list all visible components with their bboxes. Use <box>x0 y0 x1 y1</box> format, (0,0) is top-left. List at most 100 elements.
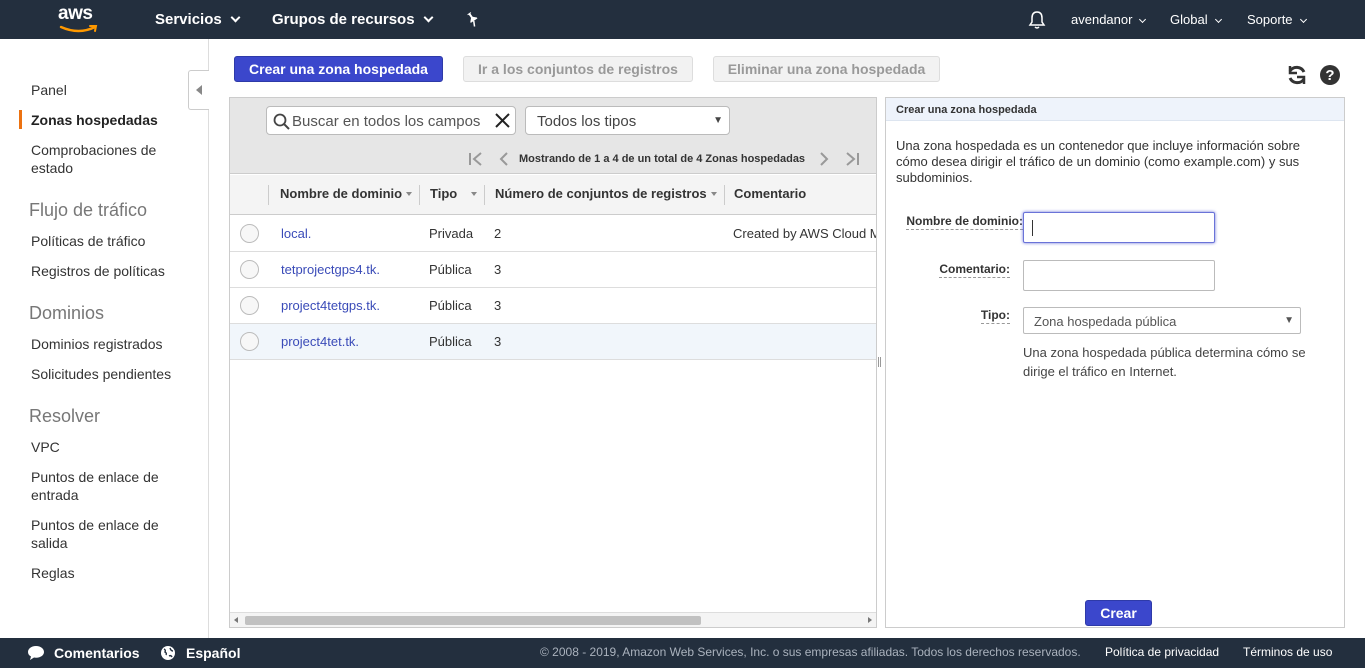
domain-name-link[interactable]: tetprojectgps4.tk. <box>281 262 380 277</box>
clear-icon[interactable] <box>494 112 511 129</box>
sidebar-heading-traffic-flow: Flujo de tráfico <box>29 200 148 220</box>
sort-arrow-icon <box>471 192 478 196</box>
go-to-record-sets-button[interactable]: Ir a los conjuntos de registros <box>463 56 693 82</box>
horizontal-scrollbar[interactable] <box>230 612 876 627</box>
notifications-button[interactable] <box>1028 10 1046 30</box>
help-icon[interactable]: ? <box>1319 64 1341 86</box>
column-separator <box>484 185 485 205</box>
filter-bar: Buscar en todos los campos Todos los tip… <box>230 98 876 174</box>
delete-hosted-zone-button[interactable]: Eliminar una zona hospedada <box>713 56 940 82</box>
chat-icon <box>28 646 44 660</box>
zone-type-cell: Pública <box>429 298 472 313</box>
zone-type-cell: Privada <box>429 226 474 241</box>
row-select-radio[interactable] <box>240 332 259 351</box>
sidebar-item-traffic-policies[interactable]: Políticas de tráfico <box>31 232 181 250</box>
type-filter-select[interactable]: Todos los tipos ▼ <box>525 106 730 135</box>
search-input[interactable]: Buscar en todos los campos <box>266 106 516 135</box>
privacy-policy-link[interactable]: Política de privacidad <box>1105 645 1219 659</box>
resource-groups-menu[interactable]: Grupos de recursos <box>272 0 433 39</box>
dropdown-arrow-icon: ▼ <box>713 115 723 126</box>
aws-logo-icon <box>59 25 98 33</box>
sidebar-item-hosted-zones[interactable]: Zonas hospedadas <box>31 111 181 129</box>
create-hosted-zone-button[interactable]: Crear una zona hospedada <box>234 56 443 82</box>
scroll-right-icon[interactable] <box>868 617 872 623</box>
domain-name-link[interactable]: local. <box>281 226 311 241</box>
column-header-record-count[interactable]: Número de conjuntos de registros <box>495 186 717 201</box>
create-hosted-zone-panel: Crear una zona hospedada Una zona hosped… <box>885 97 1345 628</box>
pin-button[interactable] <box>466 11 480 27</box>
hosted-zones-table-panel: Buscar en todos los campos Todos los tip… <box>229 97 877 628</box>
sort-arrow-icon <box>710 192 717 196</box>
comment-input[interactable] <box>1023 260 1215 291</box>
globe-icon <box>161 646 175 660</box>
row-select-radio[interactable] <box>240 260 259 279</box>
domain-name-input[interactable] <box>1023 212 1215 243</box>
row-select-radio[interactable] <box>240 296 259 315</box>
sidebar-item-pending-requests[interactable]: Solicitudes pendientes <box>31 365 181 383</box>
domain-name-label: Nombre de dominio: <box>906 214 1023 230</box>
sort-arrow-icon <box>406 192 413 196</box>
chevron-down-icon <box>423 12 433 23</box>
sidebar-collapse-button[interactable] <box>188 70 209 110</box>
column-header-label: Número de conjuntos de registros <box>495 186 707 201</box>
column-header-domain-name[interactable]: Nombre de dominio <box>280 186 413 201</box>
comment-cell: Created by AWS Cloud M <box>733 226 877 241</box>
sidebar-item-policy-records[interactable]: Registros de políticas <box>31 262 181 280</box>
search-icon <box>273 113 290 130</box>
support-menu[interactable]: Soporte <box>1247 0 1307 39</box>
table-row[interactable]: project4tetgps.tk. Pública 3 <box>230 288 876 324</box>
column-header-comment[interactable]: Comentario <box>734 186 806 201</box>
table-row[interactable]: tetprojectgps4.tk. Pública 3 <box>230 252 876 288</box>
domain-name-link[interactable]: project4tetgps.tk. <box>281 298 380 313</box>
scrollbar-thumb[interactable] <box>245 616 701 625</box>
comment-label: Comentario: <box>939 262 1010 278</box>
sidebar-item-inbound-endpoints[interactable]: Puntos de enlace de entrada <box>31 468 181 504</box>
aws-logo[interactable]: aws <box>58 4 102 33</box>
sidebar-item-panel[interactable]: Panel <box>31 81 181 99</box>
scroll-left-icon[interactable] <box>234 617 238 623</box>
column-separator <box>268 185 269 205</box>
zone-type-value: Zona hospedada pública <box>1034 314 1177 329</box>
sidebar-active-indicator <box>19 110 22 129</box>
terms-of-use-link[interactable]: Términos de uso <box>1243 645 1332 659</box>
panel-header: Crear una zona hospedada <box>886 98 1344 121</box>
zone-type-cell: Pública <box>429 262 472 277</box>
column-separator <box>724 185 725 205</box>
row-select-radio[interactable] <box>240 224 259 243</box>
first-page-icon[interactable] <box>468 152 484 166</box>
sidebar-item-outbound-endpoints[interactable]: Puntos de enlace de salida <box>31 516 181 552</box>
copyright-text: © 2008 - 2019, Amazon Web Services, Inc.… <box>540 645 1081 659</box>
panel-resize-handle[interactable] <box>878 357 883 369</box>
region-menu[interactable]: Global <box>1170 0 1222 39</box>
table-row[interactable]: project4tet.tk. Pública 3 <box>230 324 876 360</box>
column-header-label: Comentario <box>734 186 807 201</box>
last-page-icon[interactable] <box>844 152 860 166</box>
column-header-label: Nombre de dominio <box>280 186 403 201</box>
feedback-link[interactable]: Comentarios <box>54 645 140 661</box>
sidebar-item-registered-domains[interactable]: Dominios registrados <box>31 335 181 353</box>
zone-type-select[interactable]: Zona hospedada pública ▼ <box>1023 307 1301 334</box>
record-count-cell: 2 <box>494 226 502 241</box>
sidebar-item-health-checks[interactable]: Comprobaciones de estado <box>31 141 181 177</box>
create-button[interactable]: Crear <box>1085 600 1152 626</box>
collapse-left-icon <box>196 85 202 95</box>
services-menu[interactable]: Servicios <box>155 0 241 39</box>
sidebar-heading-resolver: Resolver <box>29 406 101 426</box>
zone-type-cell: Pública <box>429 334 472 349</box>
refresh-icon[interactable] <box>1286 64 1308 86</box>
sidebar-item-vpc[interactable]: VPC <box>31 438 181 456</box>
chevron-down-icon <box>1139 15 1147 24</box>
region-menu-label: Global <box>1170 12 1208 27</box>
user-menu[interactable]: avendanor <box>1071 0 1147 39</box>
prev-page-icon[interactable] <box>498 152 510 166</box>
sidebar-item-rules[interactable]: Reglas <box>31 564 181 582</box>
table-header: Nombre de dominio Tipo Número de conjunt… <box>230 175 876 215</box>
table-row[interactable]: local. Privada 2 Created by AWS Cloud M <box>230 216 876 252</box>
next-page-icon[interactable] <box>818 152 830 166</box>
language-selector[interactable]: Español <box>186 645 240 661</box>
panel-title: Crear una zona hospedada <box>896 104 1037 116</box>
domain-name-link[interactable]: project4tet.tk. <box>281 334 359 349</box>
top-navigation-bar: aws Servicios Grupos de recursos avendan… <box>0 0 1365 39</box>
column-header-type[interactable]: Tipo <box>430 186 478 201</box>
type-filter-value: Todos los tipos <box>537 113 637 130</box>
